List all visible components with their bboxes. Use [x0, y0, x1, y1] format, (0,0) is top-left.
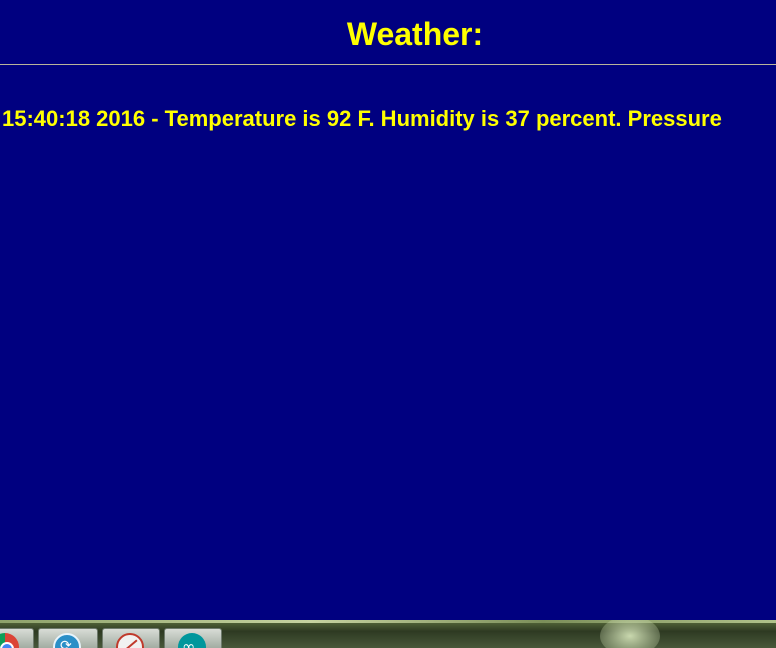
taskbar-button-arduino[interactable]: ∞	[164, 628, 222, 648]
taskbar-button-app[interactable]	[102, 628, 160, 648]
no-entry-app-icon	[116, 633, 144, 648]
sync-app-icon: ⟳	[53, 633, 81, 648]
wallpaper-glow	[600, 620, 660, 648]
taskbar: ⟳ ∞	[0, 620, 776, 648]
arduino-icon: ∞	[178, 633, 206, 648]
taskbar-button-sync[interactable]: ⟳	[38, 628, 98, 648]
divider	[0, 64, 776, 65]
page-title: Weather:	[346, 16, 484, 52]
weather-reading: 15:40:18 2016 - Temperature is 92 F. Hum…	[2, 106, 722, 131]
chrome-icon	[0, 633, 19, 648]
taskbar-button-chrome[interactable]	[0, 628, 34, 648]
